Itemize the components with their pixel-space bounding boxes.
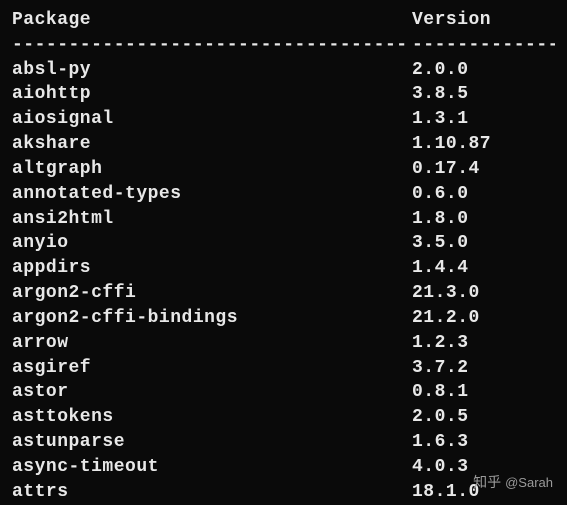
table-row: absl-py2.0.0 [12,58,555,83]
table-row: anyio3.5.0 [12,231,555,256]
table-row: argon2-cffi21.3.0 [12,281,555,306]
package-name: async-timeout [12,455,412,480]
header-package: Package [12,8,412,33]
package-version: 1.2.3 [412,331,555,356]
table-row: astunparse1.6.3 [12,430,555,455]
package-name: argon2-cffi-bindings [12,306,412,331]
package-name: attrs [12,480,412,505]
table-row: astor0.8.1 [12,380,555,405]
package-version: 1.3.1 [412,107,555,132]
divider-package: ----------------------------------- [12,33,412,58]
package-version: 21.2.0 [412,306,555,331]
package-name: astunparse [12,430,412,455]
package-name: ansi2html [12,207,412,232]
package-version: 3.5.0 [412,231,555,256]
table-row: annotated-types0.6.0 [12,182,555,207]
package-name: annotated-types [12,182,412,207]
table-header-row: Package Version [12,8,555,33]
package-version: 1.4.4 [412,256,555,281]
package-name: arrow [12,331,412,356]
package-name: asgiref [12,356,412,381]
watermark-text: @Sarah [505,475,553,490]
table-row: altgraph0.17.4 [12,157,555,182]
table-row: appdirs1.4.4 [12,256,555,281]
table-row: ansi2html1.8.0 [12,207,555,232]
package-name: astor [12,380,412,405]
header-version: Version [412,8,555,33]
package-version: 2.0.5 [412,405,555,430]
table-row: aiosignal1.3.1 [12,107,555,132]
table-row: akshare1.10.87 [12,132,555,157]
table-body: absl-py2.0.0aiohttp3.8.5aiosignal1.3.1ak… [12,58,555,505]
table-row: asttokens2.0.5 [12,405,555,430]
table-row: argon2-cffi-bindings21.2.0 [12,306,555,331]
package-version: 3.8.5 [412,82,555,107]
watermark: 知乎 @Sarah [473,472,553,492]
package-version: 0.6.0 [412,182,555,207]
package-name: altgraph [12,157,412,182]
package-name: asttokens [12,405,412,430]
package-version: 0.8.1 [412,380,555,405]
package-name: aiohttp [12,82,412,107]
package-name: anyio [12,231,412,256]
divider-version: ------------- [412,33,555,58]
package-name: absl-py [12,58,412,83]
package-name: appdirs [12,256,412,281]
terminal-output: Package Version ------------------------… [12,8,555,505]
package-version: 1.8.0 [412,207,555,232]
zhihu-logo: 知乎 [473,472,501,492]
table-divider-row: ----------------------------------- ----… [12,33,555,58]
package-version: 1.10.87 [412,132,555,157]
package-version: 3.7.2 [412,356,555,381]
table-row: aiohttp3.8.5 [12,82,555,107]
table-row: asgiref3.7.2 [12,356,555,381]
package-name: aiosignal [12,107,412,132]
package-version: 0.17.4 [412,157,555,182]
package-name: akshare [12,132,412,157]
package-version: 2.0.0 [412,58,555,83]
package-version: 21.3.0 [412,281,555,306]
table-row: arrow1.2.3 [12,331,555,356]
package-name: argon2-cffi [12,281,412,306]
package-version: 1.6.3 [412,430,555,455]
